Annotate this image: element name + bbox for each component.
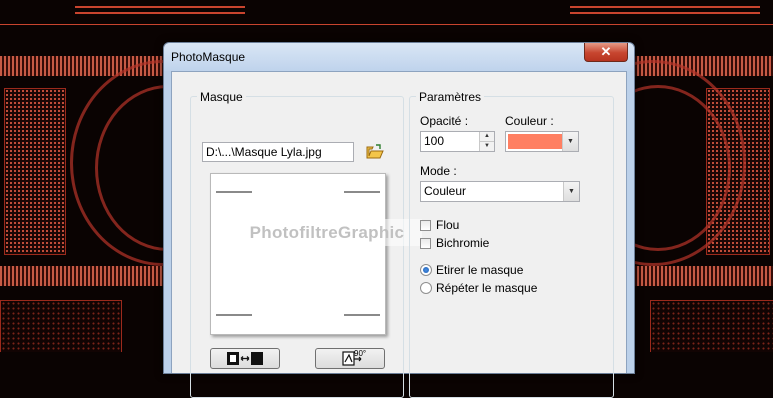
- spin-down-icon[interactable]: ▼: [480, 142, 494, 151]
- watermark-text: PhotofiltreGraphic: [232, 219, 422, 246]
- bichromie-checkbox[interactable]: [420, 238, 431, 249]
- bg-strip: [633, 266, 773, 286]
- stretch-mask-label: Etirer le masque: [436, 263, 524, 277]
- bg-band: [570, 6, 760, 8]
- stretch-mask-radio[interactable]: [420, 264, 432, 276]
- chevron-down-icon[interactable]: ▼: [562, 132, 578, 151]
- bg-band: [0, 24, 773, 25]
- opacity-spinner[interactable]: 100 ▲ ▼: [420, 131, 495, 152]
- mode-select[interactable]: Couleur ▼: [420, 181, 580, 202]
- opacity-spin-buttons[interactable]: ▲ ▼: [479, 132, 494, 151]
- open-folder-icon[interactable]: [366, 144, 384, 160]
- window-title: PhotoMasque: [171, 50, 246, 64]
- opacity-label: Opacité :: [420, 114, 469, 128]
- opacity-value: 100: [424, 134, 445, 148]
- bg-strip: [0, 266, 163, 286]
- mask-file-path-field[interactable]: D:\...\Masque Lyla.jpg: [202, 142, 354, 162]
- flou-label: Flou: [436, 218, 460, 232]
- bg-tile: [0, 300, 122, 352]
- repeat-mask-label: Répéter le masque: [436, 281, 538, 295]
- mask-corner: [344, 191, 380, 193]
- close-button[interactable]: ✕: [584, 43, 628, 62]
- repeat-mask-radio[interactable]: [420, 282, 432, 294]
- parametres-group-title: Paramètres: [416, 90, 485, 104]
- chevron-down-icon[interactable]: ▼: [563, 182, 579, 201]
- photomasque-dialog: PhotoMasque ✕ Masque D:\...\Masque Lyla.…: [163, 42, 635, 398]
- bg-band: [570, 12, 760, 14]
- mask-preview: [210, 173, 386, 335]
- masque-group-title: Masque: [197, 90, 246, 104]
- rotate-90-button[interactable]: 90°: [315, 348, 385, 369]
- color-picker[interactable]: ▼: [505, 131, 579, 152]
- bg-band: [75, 6, 245, 8]
- mode-value: Couleur: [424, 184, 467, 198]
- mode-label: Mode :: [420, 164, 457, 178]
- flip-horizontal-button[interactable]: [210, 348, 280, 369]
- flou-checkbox[interactable]: [420, 220, 431, 231]
- mask-corner: [216, 314, 252, 316]
- dialog-client: Masque D:\...\Masque Lyla.jpg Photofiltr…: [171, 71, 627, 398]
- bg-band: [75, 12, 245, 14]
- title-bar[interactable]: PhotoMasque ✕: [164, 43, 634, 71]
- bg-tile: [650, 300, 773, 352]
- mask-corner: [344, 314, 380, 316]
- rotate-label: 90°: [354, 349, 367, 358]
- mask-corner: [216, 191, 252, 193]
- spin-up-icon[interactable]: ▲: [480, 132, 494, 142]
- color-label: Couleur :: [505, 114, 554, 128]
- bichromie-label: Bichromie: [436, 236, 490, 250]
- color-swatch: [508, 134, 562, 149]
- bg-tile: [4, 88, 66, 255]
